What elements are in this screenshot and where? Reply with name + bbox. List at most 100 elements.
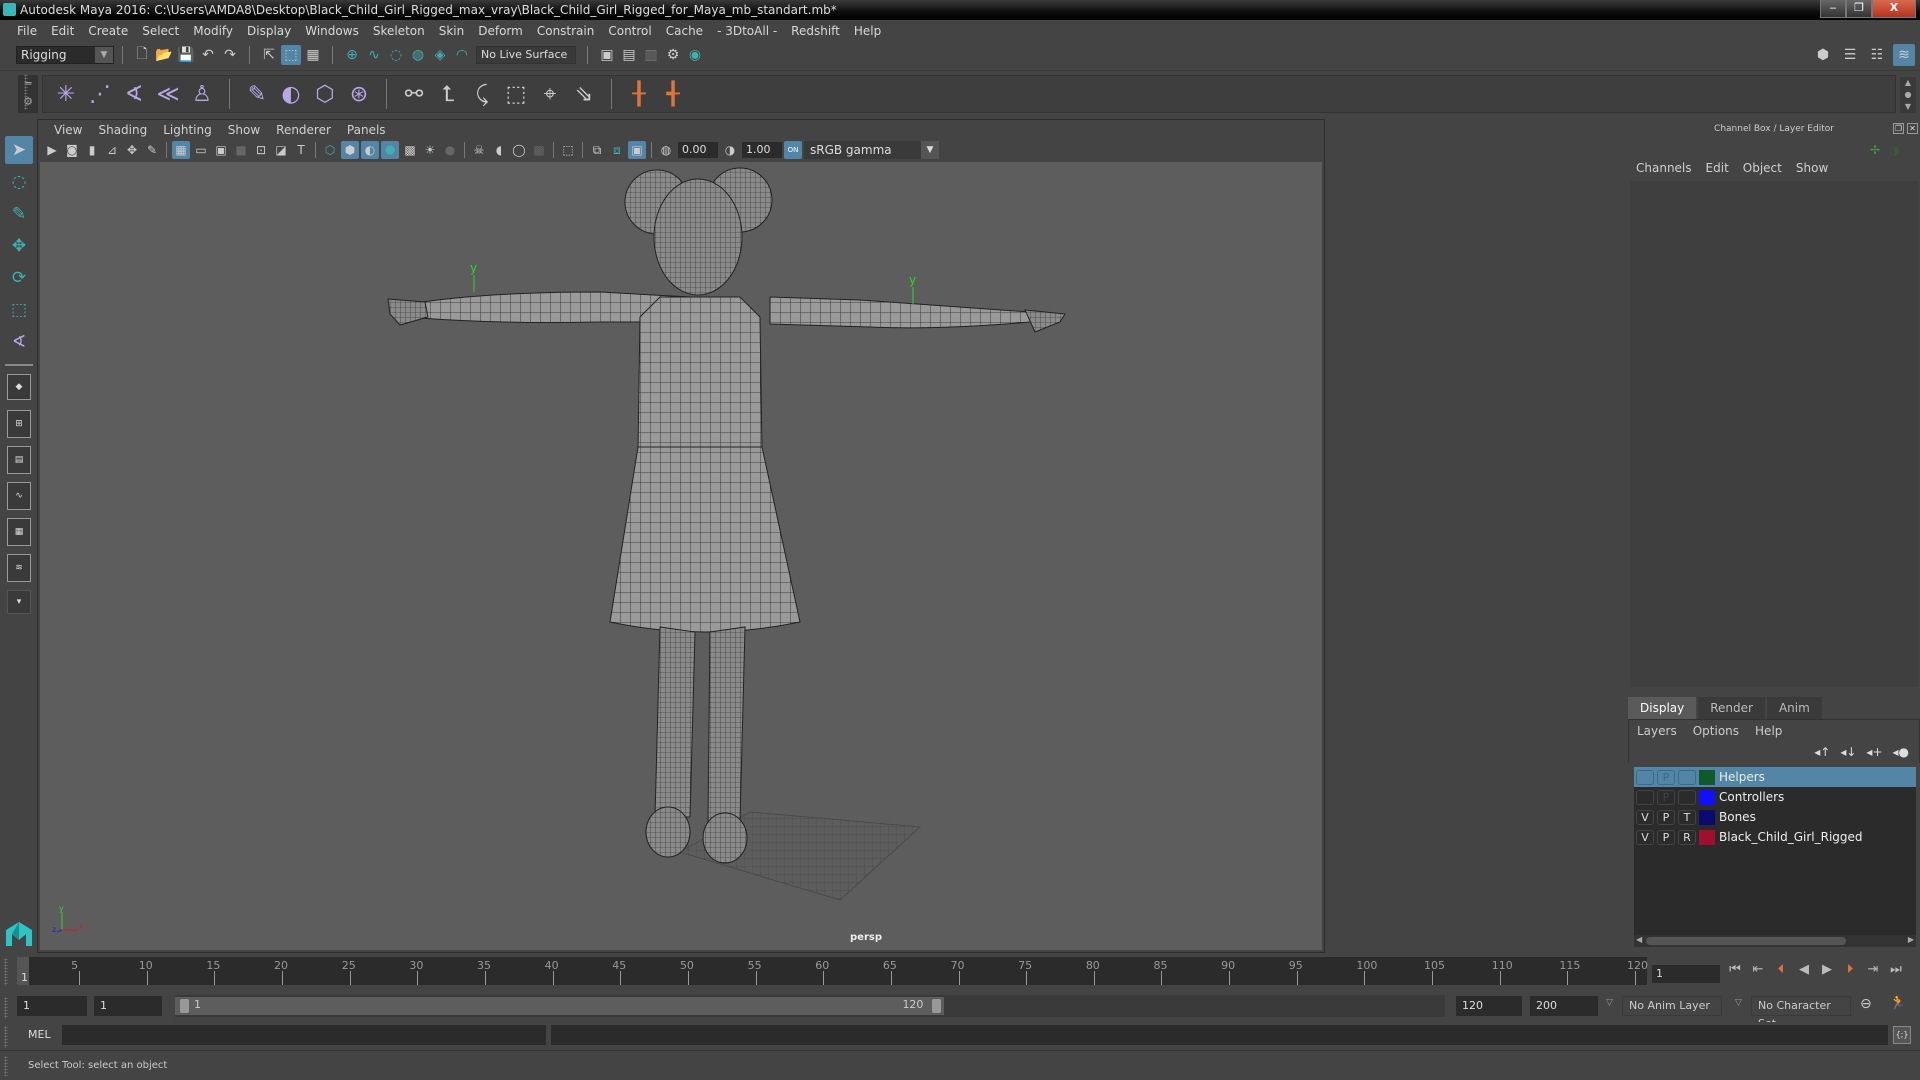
new-empty-layer-icon[interactable]: ◂+	[1866, 745, 1882, 759]
wireframe-icon[interactable]: ⬡	[321, 141, 339, 159]
layer-row-bones[interactable]: V P T Bones	[1634, 807, 1916, 827]
shelf-tab-menu[interactable]: ═ ⚙	[18, 75, 38, 113]
sync-icon[interactable]: ◑	[1890, 143, 1900, 157]
layer-row-black-child-girl-rigged[interactable]: V P R Black_Child_Girl_Rigged	[1634, 827, 1916, 847]
animation-preferences-icon[interactable]: 🏃	[1889, 995, 1906, 1011]
persp-graph-outliner-layout-icon[interactable]: ≋	[7, 554, 31, 582]
cluster-icon[interactable]: ⊛	[343, 78, 375, 110]
command-line-grip[interactable]	[4, 1026, 8, 1048]
scroll-left-icon[interactable]: ◀	[1636, 935, 1642, 944]
render-view-icon[interactable]: ▣	[597, 45, 617, 65]
menu-edit[interactable]: Edit	[44, 24, 81, 38]
menu-file[interactable]: File	[10, 24, 44, 38]
range-slider-fill[interactable]	[175, 997, 945, 1015]
lasso-tool-icon[interactable]: ◌	[5, 168, 33, 196]
menu-create[interactable]: Create	[81, 24, 135, 38]
ipr-render-icon[interactable]: ▥	[641, 45, 661, 65]
go-to-start-icon[interactable]: ⏮	[1726, 962, 1744, 977]
camera-attributes-icon[interactable]: ◙	[63, 141, 81, 159]
select-tool-icon[interactable]: ➤	[5, 136, 33, 164]
time-slider[interactable]: 5 10 15 20 25 30 35 40 45 50 55 60 65 70 75 80 85 90 95 100…	[0, 955, 1920, 989]
mel-language-toggle[interactable]: MEL	[28, 1028, 51, 1041]
persp-outliner-layout-icon[interactable]: ▤	[7, 446, 31, 474]
grid-toggle-icon[interactable]: ▦	[172, 141, 190, 159]
menu-display[interactable]: Display	[240, 24, 298, 38]
save-scene-icon[interactable]: 💾	[176, 45, 196, 65]
make-live-icon[interactable]: ◠	[452, 45, 472, 65]
menu-deform[interactable]: Deform	[471, 24, 530, 38]
play-backwards-icon[interactable]: ◀	[1795, 962, 1813, 977]
live-surface-field[interactable]: No Live Surface	[476, 46, 576, 64]
safe-action-icon[interactable]: ◪	[272, 141, 290, 159]
humanik-icon[interactable]: ♙	[186, 78, 218, 110]
vp-menu-show[interactable]: Show	[220, 123, 268, 137]
select-object-icon[interactable]: ⬚	[281, 45, 301, 65]
paint-skin-weights-icon[interactable]: ✎	[241, 78, 273, 110]
bookmark-icon[interactable]: ▮	[83, 141, 101, 159]
xray-active-components-icon[interactable]: ▣	[628, 141, 646, 159]
persp-graph-layout-icon[interactable]: ∿	[7, 482, 31, 510]
snap-curve-icon[interactable]: ∿	[364, 45, 384, 65]
xray-joints-icon[interactable]: ⧈	[608, 141, 626, 159]
script-editor-icon[interactable]: {;}	[1893, 1026, 1911, 1044]
more-layouts-icon[interactable]: ▾	[7, 590, 31, 614]
gamma-icon[interactable]: ◑	[721, 141, 739, 159]
layer-color-swatch[interactable]	[1699, 789, 1715, 805]
character-model[interactable]: y y	[40, 162, 1322, 950]
range-bar-grip[interactable]	[4, 997, 8, 1019]
scale-tool-icon[interactable]: ⬚	[5, 296, 33, 324]
cb-menu-channels[interactable]: Channels	[1636, 161, 1692, 175]
tab-render[interactable]: Render	[1698, 697, 1765, 719]
wireframe-on-shaded-icon[interactable]: ⬣	[381, 141, 399, 159]
playback-end-field[interactable]: 120	[1456, 996, 1522, 1016]
play-forwards-icon[interactable]: ▶	[1818, 962, 1836, 977]
animation-start-field[interactable]: 1	[17, 996, 87, 1016]
menu-redshift[interactable]: Redshift	[784, 24, 847, 38]
safe-title-icon[interactable]: T	[292, 141, 310, 159]
single-perspective-layout-icon[interactable]: ◆	[7, 374, 31, 400]
attribute-editor-icon[interactable]: ☰	[1839, 44, 1861, 66]
snap-grid-icon[interactable]: ⊕	[342, 45, 362, 65]
menu-set-dropdown[interactable]: Rigging ▼	[16, 46, 114, 64]
scroll-right-icon[interactable]: ▶	[1908, 935, 1914, 944]
time-slider-grip[interactable]	[4, 958, 8, 986]
help-line-grip[interactable]	[4, 1056, 8, 1076]
playback-toggle[interactable]: P	[1657, 829, 1675, 845]
aim-constraint-icon[interactable]: ⌖	[534, 78, 566, 110]
vp-menu-shading[interactable]: Shading	[90, 123, 155, 137]
set-driven-key-icon[interactable]: ╂	[623, 78, 655, 110]
ambient-occlusion-icon[interactable]: ☠	[470, 141, 488, 159]
bind-skin-icon[interactable]: ◐	[275, 78, 307, 110]
shelf-tabs-icon[interactable]: ═	[18, 75, 38, 93]
playback-toggle[interactable]: P	[1657, 789, 1675, 805]
color-management-toggle[interactable]: ON	[784, 141, 802, 159]
display-type-toggle[interactable]: T	[1678, 809, 1696, 825]
snap-projected-center-icon[interactable]: ◍	[408, 45, 428, 65]
set-driven-key-linked-icon[interactable]: ╉	[657, 78, 689, 110]
channel-box-toggle-icon[interactable]: ≋	[1893, 44, 1915, 66]
tab-anim[interactable]: Anim	[1766, 697, 1822, 719]
four-view-layout-icon[interactable]: ⊞	[7, 410, 31, 438]
menu-cache[interactable]: Cache	[659, 24, 710, 38]
mel-command-input[interactable]	[62, 1025, 546, 1045]
locator-icon[interactable]: ✳	[50, 78, 82, 110]
vp-menu-view[interactable]: View	[46, 123, 90, 137]
hypershade-icon[interactable]: ◉	[685, 45, 705, 65]
playback-toggle[interactable]: P	[1657, 769, 1675, 785]
modeling-toolkit-icon[interactable]: ⬢	[1812, 44, 1834, 66]
playback-start-field[interactable]: 1	[94, 996, 162, 1016]
vp-menu-panels[interactable]: Panels	[339, 123, 394, 137]
undo-icon[interactable]: ↶	[198, 45, 218, 65]
lattice-icon[interactable]: ⬡	[309, 78, 341, 110]
paint-select-tool-icon[interactable]: ✎	[5, 200, 33, 228]
cb-menu-object[interactable]: Object	[1743, 161, 1782, 175]
gate-mask-icon[interactable]: ■	[232, 141, 250, 159]
depth-of-field-icon[interactable]: ▩	[530, 141, 548, 159]
anti-aliasing-icon[interactable]: ◯	[510, 141, 528, 159]
image-plane-icon[interactable]: ⊿	[103, 141, 121, 159]
step-forward-frame-icon[interactable]: ⇥	[1864, 962, 1882, 977]
hypershade-layout-icon[interactable]: ▦	[7, 518, 31, 546]
gamma-field[interactable]: 1.00	[742, 142, 782, 158]
layer-list-scrollbar[interactable]: ◀ ▶	[1634, 935, 1916, 947]
pole-vector-constraint-icon[interactable]: ⇘	[568, 78, 600, 110]
